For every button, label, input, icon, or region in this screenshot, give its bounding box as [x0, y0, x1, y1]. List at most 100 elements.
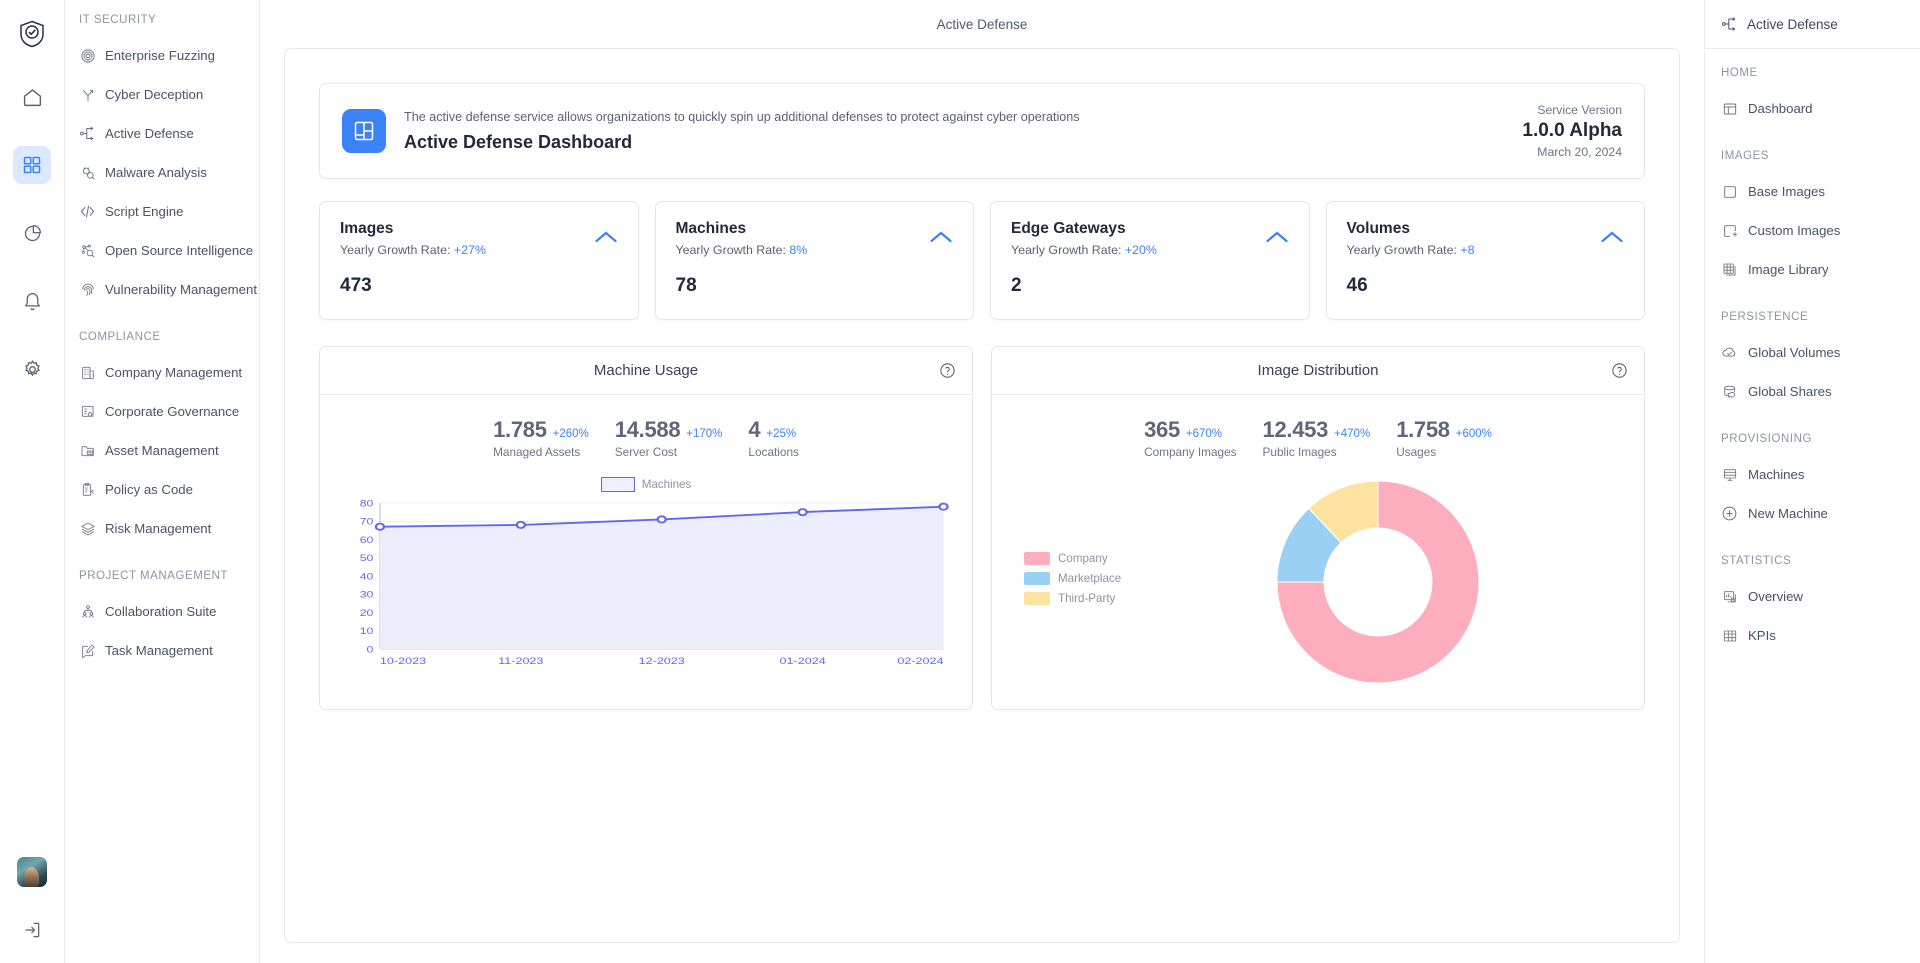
right-sidebar: Active Defense HOME Dashboard IMAGES Bas… — [1704, 0, 1920, 963]
kpi-value: 14.588 — [615, 417, 681, 443]
stat-card-edge-gateways[interactable]: Edge Gateways Yearly Growth Rate: +20% 2 — [990, 201, 1310, 320]
svg-text:02-2024: 02-2024 — [897, 656, 943, 666]
sidebar-item-vulnerability-management[interactable]: Vulnerability Management — [65, 270, 259, 309]
bug-search-icon — [79, 164, 96, 181]
chevron-up-icon[interactable] — [1600, 230, 1624, 244]
dashboard-layout-icon — [342, 109, 386, 153]
image-distribution-header: Image Distribution — [992, 347, 1644, 395]
rightnav-item-kpis[interactable]: KPIs — [1705, 616, 1920, 655]
rightnav-item-label: Global Volumes — [1748, 345, 1840, 360]
sidebar-item-company-management[interactable]: Company Management — [65, 353, 259, 392]
rightnav-item-global-volumes[interactable]: Global Volumes — [1705, 333, 1920, 372]
sidebar-item-label: Open Source Intelligence — [105, 243, 253, 258]
donut-area: Company Marketplace Third-Party — [992, 469, 1644, 709]
logout-icon[interactable] — [15, 913, 49, 947]
stat-growth-value: +8 — [1460, 243, 1474, 257]
banner-text: The active defense service allows organi… — [404, 110, 1504, 153]
clipboard-code-icon — [79, 481, 96, 498]
dashboard-banner: The active defense service allows organi… — [319, 83, 1645, 179]
rightnav-item-custom-images[interactable]: Custom Images — [1705, 211, 1920, 250]
kpi-delta: +25% — [766, 428, 796, 440]
chevron-up-icon[interactable] — [594, 230, 618, 244]
help-circle-icon[interactable] — [939, 362, 956, 379]
nav-section-compliance: COMPLIANCE — [65, 331, 259, 343]
kpi-public-images: 12.453 +470% Public Images — [1263, 417, 1371, 459]
stat-growth-value: +27% — [454, 243, 486, 257]
gear-settings-icon[interactable] — [13, 350, 51, 388]
svg-text:10: 10 — [360, 626, 374, 636]
stat-value: 473 — [340, 275, 618, 297]
rightnav-item-new-machine[interactable]: New Machine — [1705, 494, 1920, 533]
svg-text:80: 80 — [360, 499, 374, 509]
sidebar-item-enterprise-fuzzing[interactable]: Enterprise Fuzzing — [65, 36, 259, 75]
right-sidebar-title: Active Defense — [1747, 17, 1838, 32]
rightnav-item-label: Custom Images — [1748, 223, 1840, 238]
sidebar-item-asset-management[interactable]: Asset Management — [65, 431, 259, 470]
legend-item-third-party[interactable]: Third-Party — [1024, 592, 1132, 605]
chevron-up-icon[interactable] — [929, 230, 953, 244]
edit-square-icon — [79, 642, 96, 659]
rightnav-item-overview[interactable]: Overview — [1705, 577, 1920, 616]
chart-legend: Machines — [338, 473, 954, 495]
rightnav-item-base-images[interactable]: Base Images — [1705, 172, 1920, 211]
legend-swatch-third-party — [1024, 592, 1050, 605]
sidebar-item-corporate-governance[interactable]: Corporate Governance — [65, 392, 259, 431]
rightnav-item-label: New Machine — [1748, 506, 1828, 521]
top-bar: Active Defense — [260, 0, 1704, 48]
page-title: Active Defense — [937, 17, 1028, 32]
stat-growth-value: 8% — [789, 243, 807, 257]
rightnav-item-label: Overview — [1748, 589, 1803, 604]
legend-item-marketplace[interactable]: Marketplace — [1024, 572, 1132, 585]
grid-apps-icon[interactable] — [13, 146, 51, 184]
stat-cards-row: Images Yearly Growth Rate: +27% 473 Mach… — [319, 201, 1645, 320]
legend-item-company[interactable]: Company — [1024, 552, 1132, 565]
chart-title: Machine Usage — [594, 362, 698, 379]
stat-title: Machines — [676, 220, 954, 238]
stat-value: 2 — [1011, 275, 1289, 297]
rightnav-item-image-library[interactable]: Image Library — [1705, 250, 1920, 289]
legend-label: Third-Party — [1058, 592, 1115, 605]
sidebar-item-label: Script Engine — [105, 204, 183, 219]
building-icon — [79, 364, 96, 381]
rn-section-home: HOME — [1705, 67, 1920, 79]
sidebar-item-malware-analysis[interactable]: Malware Analysis — [65, 153, 259, 192]
sidebar-item-label: Asset Management — [105, 443, 219, 458]
kpi-delta: +600% — [1456, 428, 1492, 440]
avatar[interactable] — [17, 857, 47, 887]
stat-card-images[interactable]: Images Yearly Growth Rate: +27% 473 — [319, 201, 639, 320]
sidebar-item-label: Malware Analysis — [105, 165, 207, 180]
legend-swatch-marketplace — [1024, 572, 1050, 585]
stat-card-volumes[interactable]: Volumes Yearly Growth Rate: +8 46 — [1326, 201, 1646, 320]
rn-section-provisioning: PROVISIONING — [1705, 433, 1920, 445]
right-sidebar-header: Active Defense — [1705, 0, 1920, 48]
pie-chart-icon[interactable] — [13, 214, 51, 252]
sidebar-item-task-management[interactable]: Task Management — [65, 631, 259, 670]
rn-section-statistics: STATISTICS — [1705, 555, 1920, 567]
home-icon[interactable] — [13, 78, 51, 116]
rightnav-item-dashboard[interactable]: Dashboard — [1705, 89, 1920, 128]
sidebar-item-open-source-intelligence[interactable]: Open Source Intelligence — [65, 231, 259, 270]
sidebar-item-active-defense[interactable]: Active Defense — [65, 114, 259, 153]
sidebar-item-script-engine[interactable]: Script Engine — [65, 192, 259, 231]
legend-swatch-company — [1024, 552, 1050, 565]
app-root: IT SECURITY Enterprise Fuzzing Cyber Dec… — [0, 0, 1920, 963]
fingerprint-icon — [79, 281, 96, 298]
donut-holder — [1132, 475, 1624, 689]
machine-usage-plot: Machines 0102030405060708010-202311-2023… — [320, 469, 972, 709]
rightnav-item-machines[interactable]: Machines — [1705, 455, 1920, 494]
bell-notification-icon[interactable] — [13, 282, 51, 320]
help-circle-icon[interactable] — [1611, 362, 1628, 379]
sidebar-item-collaboration-suite[interactable]: Collaboration Suite — [65, 592, 259, 631]
kpi-top: 4 +25% — [748, 417, 799, 443]
kpi-value: 365 — [1144, 417, 1180, 443]
sidebar-item-risk-management[interactable]: Risk Management — [65, 509, 259, 548]
chevron-up-icon[interactable] — [1265, 230, 1289, 244]
rightnav-item-global-shares[interactable]: Global Shares — [1705, 372, 1920, 411]
stat-card-machines[interactable]: Machines Yearly Growth Rate: 8% 78 — [655, 201, 975, 320]
sidebar-item-cyber-deception[interactable]: Cyber Deception — [65, 75, 259, 114]
left-sidebar: IT SECURITY Enterprise Fuzzing Cyber Dec… — [64, 0, 260, 963]
grid-stack-icon — [1721, 261, 1738, 278]
node-flow-icon — [1721, 16, 1738, 33]
service-version-label: Service Version — [1522, 103, 1622, 117]
sidebar-item-policy-as-code[interactable]: Policy as Code — [65, 470, 259, 509]
